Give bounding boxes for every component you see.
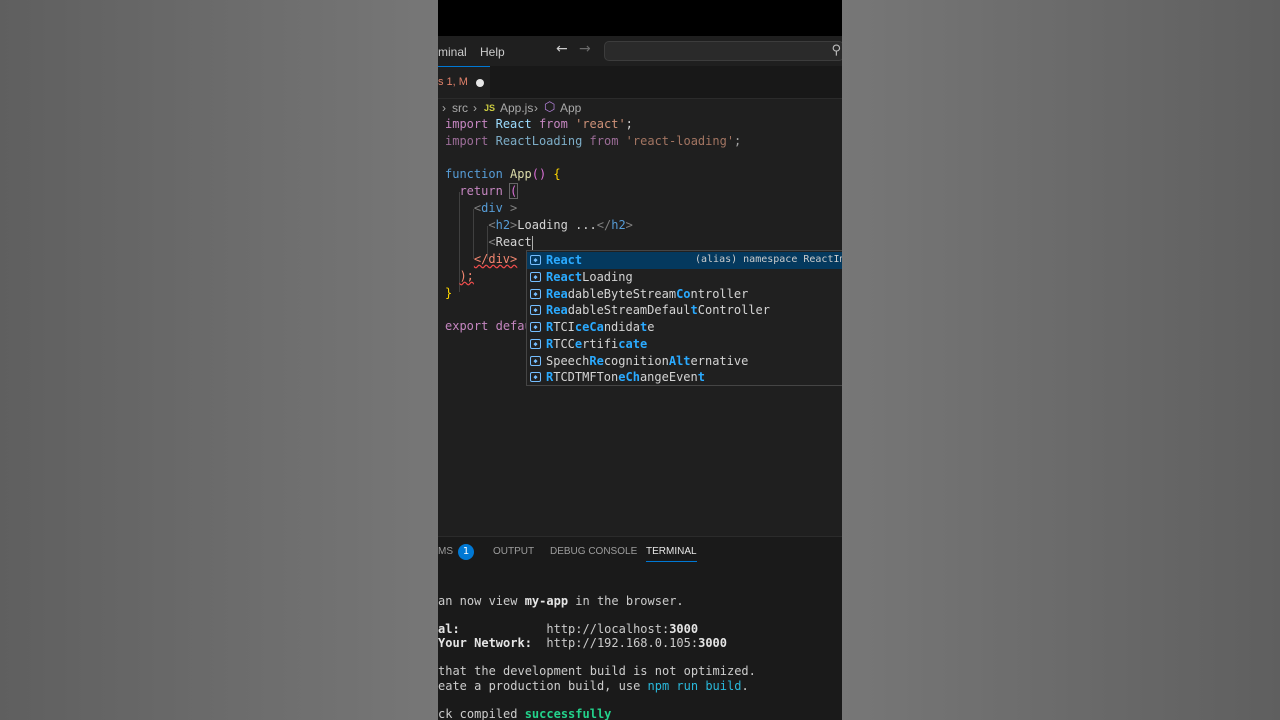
- suggestion-item[interactable]: ◆ ReadableStreamDefaultController: [527, 302, 842, 319]
- terminal-line: eate a production build, use npm run bui…: [438, 679, 749, 693]
- variable-icon: ◆: [530, 339, 541, 349]
- code-line-6: <div >: [473, 201, 518, 215]
- editor-tab-bar: s 1, M: [438, 66, 842, 99]
- search-icon: ⚲: [831, 43, 841, 58]
- suggestion-item[interactable]: ◆ ReactLoading: [527, 269, 842, 286]
- breadcrumb-file[interactable]: App.js: [500, 101, 533, 115]
- text-cursor: [531, 235, 533, 250]
- video-background-left: [0, 0, 438, 720]
- code-line-7: <h2>Loading ...</h2>: [488, 218, 633, 232]
- suggestion-item[interactable]: ◆ ReadableByteStreamController: [527, 286, 842, 303]
- code-line-8: <React: [488, 235, 533, 250]
- terminal-line: that the development build is not optimi…: [438, 664, 756, 678]
- suggestion-item[interactable]: ◆ RTCDTMFToneChangeEvent: [527, 369, 842, 385]
- breadcrumb-separator: ›: [442, 101, 446, 115]
- breadcrumb-separator: ›: [534, 101, 538, 115]
- video-background-right: [842, 0, 1280, 720]
- vscode-window: minal Help ← → ⚲ s 1, M › src › JS App.j…: [438, 0, 842, 720]
- code-line-13: export defau: [445, 319, 532, 333]
- back-arrow-icon[interactable]: ←: [556, 41, 568, 57]
- problems-count-badge: 1: [458, 544, 474, 560]
- code-editor[interactable]: import React from 'react'; import ReactL…: [438, 116, 842, 536]
- suggestion-item[interactable]: ◆ React (alias) namespace ReactImp: [527, 252, 842, 269]
- variable-icon: ◆: [530, 356, 541, 366]
- javascript-file-icon: JS: [484, 103, 496, 113]
- tab-status-label: s 1, M: [438, 76, 468, 88]
- tab-terminal[interactable]: TERMINAL: [646, 546, 697, 562]
- menubar: minal Help ← → ⚲: [438, 36, 842, 66]
- bottom-panel: MS 1 OUTPUT DEBUG CONSOLE TERMINAL an no…: [438, 536, 842, 720]
- code-line-10: );: [459, 269, 474, 283]
- code-line-9: </div>: [473, 252, 518, 266]
- top-black-bar: [438, 0, 842, 36]
- tab-app-js[interactable]: s 1, M: [438, 66, 490, 98]
- terminal-line: an now view my-app in the browser.: [438, 594, 684, 608]
- suggestion-detail: (alias) namespace ReactImp: [695, 254, 842, 265]
- tab-output[interactable]: OUTPUT: [493, 546, 534, 557]
- terminal-line: al: http://localhost:3000: [438, 622, 699, 636]
- code-line-2: import ReactLoading from 'react-loading'…: [445, 134, 742, 148]
- breadcrumb-src[interactable]: src: [452, 101, 468, 115]
- variable-icon: ◆: [530, 289, 541, 299]
- autocomplete-suggestions: ◆ React (alias) namespace ReactImp ◆ Rea…: [526, 250, 842, 386]
- tab-debug-console[interactable]: DEBUG CONSOLE: [550, 546, 637, 557]
- variable-icon: ◆: [530, 305, 541, 315]
- terminal-line: ck compiled successfully: [438, 707, 612, 720]
- suggestion-item[interactable]: ◆ RTCCertificate: [527, 336, 842, 353]
- breadcrumb-symbol[interactable]: App: [560, 101, 581, 115]
- suggestion-item[interactable]: ◆ SpeechRecognitionAlternative: [527, 353, 842, 370]
- breadcrumb-separator: ›: [473, 101, 477, 115]
- code-line-1: import React from 'react';: [445, 117, 633, 131]
- menu-terminal[interactable]: minal: [438, 45, 467, 59]
- forward-arrow-icon[interactable]: →: [579, 41, 591, 57]
- suggestion-item[interactable]: ◆ RTCIceCandidate: [527, 319, 842, 336]
- command-center-search[interactable]: ⚲: [604, 41, 842, 61]
- namespace-icon: ◆: [530, 255, 541, 265]
- code-line-5: return (: [459, 183, 519, 199]
- variable-icon: ◆: [530, 272, 541, 282]
- terminal-line: Your Network: http://192.168.0.105:3000: [438, 636, 727, 650]
- code-line-4: function App() {: [445, 167, 561, 181]
- variable-icon: ◆: [530, 322, 541, 332]
- symbol-component-icon: ⬡: [544, 99, 556, 114]
- code-line-11: }: [445, 286, 453, 300]
- variable-icon: ◆: [530, 372, 541, 382]
- menu-help[interactable]: Help: [480, 45, 505, 59]
- tab-problems[interactable]: MS: [438, 546, 453, 557]
- unsaved-dot-icon[interactable]: [476, 79, 484, 87]
